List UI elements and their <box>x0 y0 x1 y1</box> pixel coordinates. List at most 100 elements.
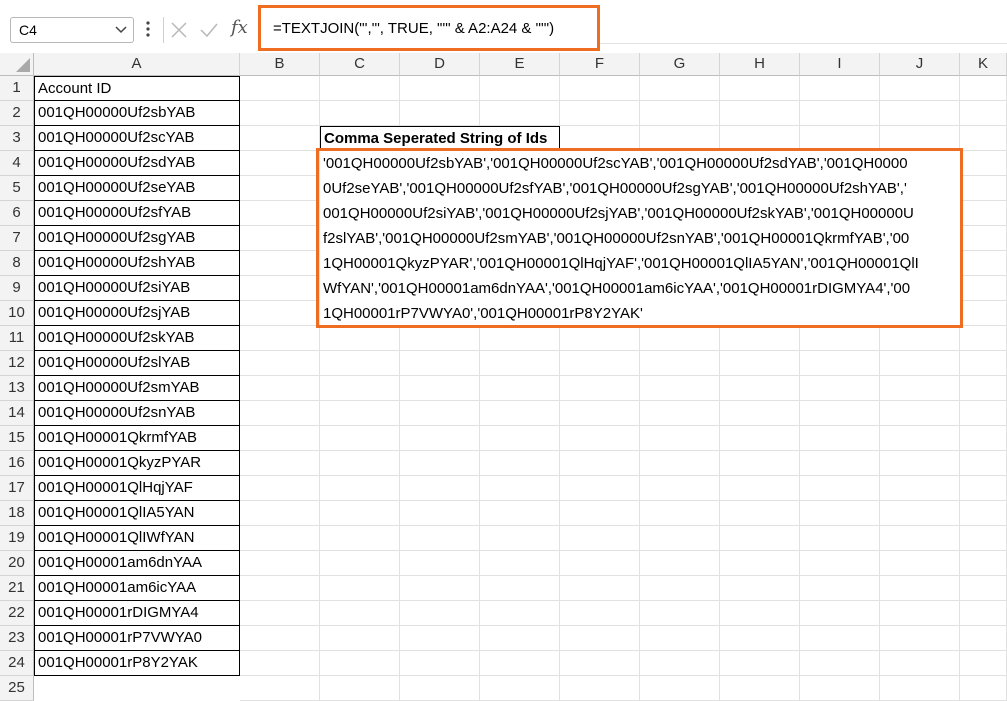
grid-cell[interactable] <box>240 501 320 526</box>
grid-cell[interactable] <box>960 526 1007 551</box>
grid-cell[interactable] <box>640 76 720 101</box>
more-options-icon[interactable] <box>145 20 151 38</box>
grid-cell[interactable] <box>480 576 560 601</box>
grid-cell[interactable] <box>240 476 320 501</box>
account-id-cell[interactable]: 001QH00001rDIGMYA4 <box>34 601 240 626</box>
grid-cell[interactable] <box>560 76 640 101</box>
grid-cell[interactable] <box>480 351 560 376</box>
grid-cell[interactable] <box>240 301 320 326</box>
grid-cell[interactable] <box>960 101 1007 126</box>
grid-cell[interactable] <box>560 126 640 151</box>
grid-cell[interactable] <box>400 426 480 451</box>
row-header-14[interactable]: 14 <box>0 401 34 426</box>
grid-cell[interactable] <box>640 476 720 501</box>
column-header-k[interactable]: K <box>960 53 1007 76</box>
grid-cell[interactable] <box>240 576 320 601</box>
grid-cell[interactable] <box>480 651 560 676</box>
grid-cell[interactable] <box>640 601 720 626</box>
grid-cell[interactable] <box>800 501 880 526</box>
grid-cell[interactable] <box>560 401 640 426</box>
row-header-24[interactable]: 24 <box>0 651 34 676</box>
grid-cell[interactable] <box>720 626 800 651</box>
grid-cell[interactable] <box>480 451 560 476</box>
name-box[interactable]: C4 <box>10 17 134 43</box>
account-id-cell[interactable]: 001QH00001rP8Y2YAK <box>34 651 240 676</box>
grid-cell[interactable] <box>320 626 400 651</box>
account-id-cell[interactable]: 001QH00000Uf2scYAB <box>34 126 240 151</box>
grid-cell[interactable] <box>720 451 800 476</box>
grid-cell[interactable] <box>240 276 320 301</box>
grid-cell[interactable] <box>880 376 960 401</box>
grid-cell[interactable] <box>880 451 960 476</box>
grid-cell[interactable] <box>960 201 1007 226</box>
row-header-17[interactable]: 17 <box>0 476 34 501</box>
enter-check-icon[interactable] <box>199 21 219 39</box>
grid-cell[interactable] <box>880 101 960 126</box>
row-header-8[interactable]: 8 <box>0 251 34 276</box>
grid-cell[interactable] <box>400 626 480 651</box>
grid-cell[interactable] <box>800 101 880 126</box>
grid-cell[interactable] <box>960 451 1007 476</box>
account-id-cell[interactable]: 001QH00001QkyzPYAR <box>34 451 240 476</box>
row-header-2[interactable]: 2 <box>0 101 34 126</box>
account-id-cell[interactable]: 001QH00000Uf2sdYAB <box>34 151 240 176</box>
grid-cell[interactable] <box>720 551 800 576</box>
account-id-cell[interactable]: 001QH00000Uf2seYAB <box>34 176 240 201</box>
grid-cell[interactable] <box>800 451 880 476</box>
grid-cell[interactable] <box>640 126 720 151</box>
grid-cell[interactable] <box>800 626 880 651</box>
grid-cell[interactable] <box>640 651 720 676</box>
grid-cell[interactable] <box>320 326 400 351</box>
grid-cell[interactable] <box>480 326 560 351</box>
grid-cell[interactable] <box>320 651 400 676</box>
grid-cell[interactable] <box>400 401 480 426</box>
grid-cell[interactable] <box>960 301 1007 326</box>
row-header-6[interactable]: 6 <box>0 201 34 226</box>
account-id-cell[interactable]: 001QH00001am6icYAA <box>34 576 240 601</box>
select-all-corner[interactable] <box>0 53 34 76</box>
formula-input[interactable]: =TEXTJOIN("','", TRUE, "'" & A2:A24 & "'… <box>258 5 600 51</box>
grid-cell[interactable] <box>960 126 1007 151</box>
grid-cell[interactable] <box>960 351 1007 376</box>
account-id-cell[interactable]: 001QH00000Uf2smYAB <box>34 376 240 401</box>
grid-cell[interactable] <box>720 351 800 376</box>
grid-cell[interactable] <box>720 651 800 676</box>
grid-cell[interactable] <box>240 351 320 376</box>
grid-cell[interactable] <box>480 101 560 126</box>
grid-cell[interactable] <box>640 376 720 401</box>
row-header-25[interactable]: 25 <box>0 676 34 701</box>
grid-cell[interactable] <box>960 651 1007 676</box>
account-id-cell[interactable]: 001QH00001am6dnYAA <box>34 551 240 576</box>
grid-cell[interactable] <box>240 176 320 201</box>
grid-cell[interactable] <box>640 576 720 601</box>
grid-cell[interactable] <box>480 376 560 401</box>
row-header-7[interactable]: 7 <box>0 226 34 251</box>
grid-cell[interactable] <box>320 676 400 701</box>
grid-cell[interactable] <box>960 476 1007 501</box>
grid-cell[interactable] <box>560 551 640 576</box>
column-header-c[interactable]: C <box>320 53 400 76</box>
column-header-a[interactable]: A <box>34 53 240 76</box>
grid-cell[interactable] <box>320 501 400 526</box>
grid-cell[interactable] <box>640 626 720 651</box>
grid-cell[interactable] <box>320 526 400 551</box>
grid-cell[interactable] <box>640 501 720 526</box>
row-header-23[interactable]: 23 <box>0 626 34 651</box>
grid-cell[interactable] <box>240 376 320 401</box>
grid-cell[interactable] <box>880 601 960 626</box>
grid-cell[interactable] <box>560 626 640 651</box>
grid-cell[interactable] <box>320 426 400 451</box>
grid-cell[interactable] <box>400 376 480 401</box>
row-header-10[interactable]: 10 <box>0 301 34 326</box>
grid-cell[interactable] <box>320 576 400 601</box>
grid-cell[interactable] <box>240 551 320 576</box>
grid-cell[interactable] <box>880 626 960 651</box>
grid-cell[interactable] <box>320 376 400 401</box>
grid-cell[interactable] <box>800 476 880 501</box>
grid-cell[interactable] <box>560 601 640 626</box>
grid-cell[interactable] <box>400 676 480 701</box>
grid-cell[interactable] <box>640 351 720 376</box>
grid-cell[interactable] <box>400 351 480 376</box>
grid-cell[interactable] <box>880 526 960 551</box>
grid-cell[interactable] <box>400 326 480 351</box>
